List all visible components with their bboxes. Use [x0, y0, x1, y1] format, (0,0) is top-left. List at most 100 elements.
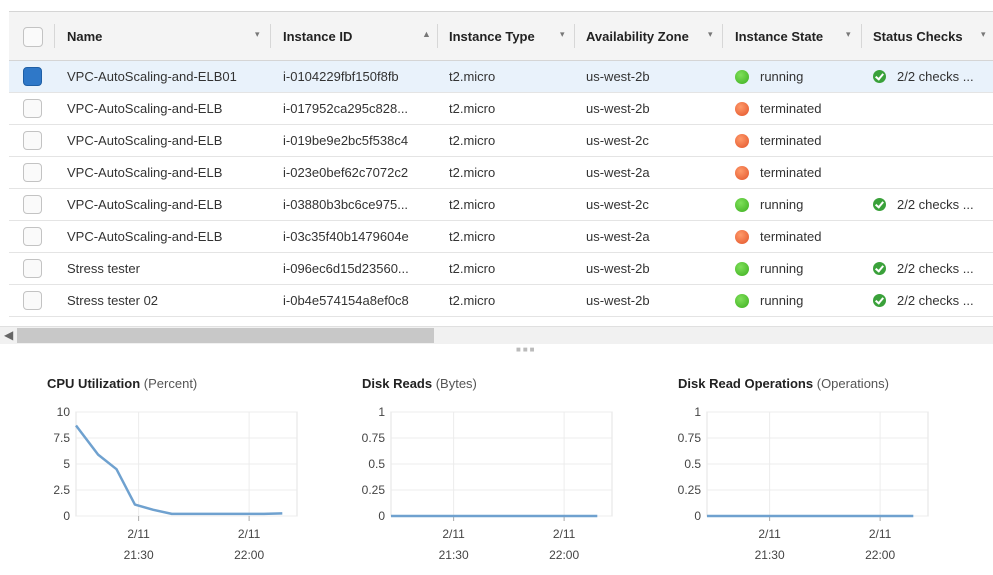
y-tick-label: 0.5: [684, 457, 701, 471]
table-row[interactable]: VPC-AutoScaling-and-ELB i-03c35f40b147960…: [9, 221, 993, 253]
cell-instance-type: t2.micro: [449, 285, 495, 316]
cell-availability-zone-text: us-west-2b: [586, 293, 650, 308]
cell-availability-zone: us-west-2c: [586, 189, 649, 220]
cell-instance-type: t2.micro: [449, 93, 495, 124]
y-tick-label: 1: [378, 405, 385, 419]
cell-instance-id: i-096ec6d15d23560...: [283, 253, 409, 284]
row-checkbox[interactable]: [23, 67, 42, 86]
cell-instance-id: i-023e0bef62c7072c2: [283, 157, 408, 188]
x-tick-time: 22:00: [549, 548, 579, 562]
cell-instance-state-text: terminated: [760, 229, 822, 244]
col-instance-type-header[interactable]: Instance Type: [449, 12, 535, 60]
cell-instance-type-text: t2.micro: [449, 69, 496, 84]
col-availability-zone-header[interactable]: Availability Zone: [586, 12, 689, 60]
table-row[interactable]: VPC-AutoScaling-and-ELB i-023e0bef62c7072…: [9, 157, 993, 189]
cell-instance-type-text: t2.micro: [449, 293, 496, 308]
col-instance-id-header[interactable]: Instance ID: [283, 12, 352, 60]
cell-availability-zone: us-west-2b: [586, 93, 650, 124]
cell-status-checks-text: 2/2 checks ...: [897, 261, 974, 276]
cell-instance-id-text: i-0104229fbf150f8fb: [283, 69, 399, 84]
col-instance-state-sort-icon[interactable]: ▾: [846, 29, 851, 40]
y-tick-label: 0.25: [678, 483, 702, 497]
col-status-checks-sort-icon[interactable]: ▾: [981, 29, 986, 40]
terminated-status-icon: [735, 101, 749, 116]
row-checkbox[interactable]: [23, 131, 42, 150]
check-passed-icon: [873, 294, 886, 307]
row-checkbox[interactable]: [23, 163, 42, 182]
cell-availability-zone-text: us-west-2c: [586, 133, 649, 148]
x-tick-time: 22:00: [234, 548, 264, 562]
col-instance-state-header[interactable]: Instance State: [735, 12, 823, 60]
x-tick-date: 2/11: [553, 527, 576, 541]
cell-name-text: VPC-AutoScaling-and-ELB: [67, 133, 223, 148]
row-checkbox[interactable]: [23, 291, 42, 310]
cell-instance-id-text: i-0b4e574154a8ef0c8: [283, 293, 409, 308]
cell-instance-type-text: t2.micro: [449, 229, 496, 244]
cell-instance-type-text: t2.micro: [449, 165, 496, 180]
check-passed-icon: [873, 262, 886, 275]
table-row[interactable]: VPC-AutoScaling-and-ELB i-017952ca295c828…: [9, 93, 993, 125]
chart-disk-reads: Disk Reads (Bytes) 1 0.75 0.5 0.25 0 2/11 21:3…: [362, 372, 662, 572]
cell-instance-id: i-019be9e2bc5f538c4: [283, 125, 408, 156]
table-row[interactable]: VPC-AutoScaling-and-ELB01 i-0104229fbf150…: [9, 61, 993, 93]
table-row[interactable]: VPC-AutoScaling-and-ELB i-019be9e2bc5f538…: [9, 125, 993, 157]
cell-instance-type: t2.micro: [449, 221, 495, 252]
running-status-icon: [735, 197, 749, 212]
cell-instance-type-text: t2.micro: [449, 101, 496, 116]
col-instance-type-sort-icon[interactable]: ▾: [560, 29, 565, 40]
check-passed-icon: [873, 70, 886, 83]
col-status-checks-header[interactable]: Status Checks: [873, 12, 963, 60]
cell-instance-type-text: t2.micro: [449, 133, 496, 148]
horizontal-scrollbar[interactable]: ◀: [0, 326, 993, 344]
y-tick-label: 1: [694, 405, 701, 419]
scrollbar-thumb[interactable]: [17, 328, 434, 343]
table-row[interactable]: Stress tester 02 i-0b4e574154a8ef0c8 t2.mi…: [9, 285, 993, 317]
cell-status-checks-text: 2/2 checks ...: [897, 197, 974, 212]
row-checkbox[interactable]: [23, 195, 42, 214]
col-name-sort-icon[interactable]: ▾: [255, 29, 260, 40]
cell-availability-zone: us-west-2a: [586, 221, 650, 252]
cell-availability-zone-text: us-west-2c: [586, 197, 649, 212]
col-instance-id-sort-icon[interactable]: ▲: [422, 29, 431, 39]
chart-svg: 1 0.75 0.5 0.25 0 2/11 21:30 2/11 22:00: [362, 405, 613, 562]
x-tick-date: 2/11: [869, 527, 892, 541]
table-header: Name ▾ Instance ID ▲ Instance Type ▾ Ava…: [9, 11, 993, 61]
terminated-status-icon: [735, 229, 749, 244]
cell-name: VPC-AutoScaling-and-ELB: [67, 125, 222, 156]
scroll-left-icon[interactable]: ◀: [4, 328, 13, 342]
x-tick-date: 2/11: [442, 527, 465, 541]
resize-grip-icon[interactable]: ■■■: [516, 345, 537, 354]
cell-name: VPC-AutoScaling-and-ELB: [67, 93, 222, 124]
cell-instance-state: running: [735, 285, 803, 316]
select-all-checkbox[interactable]: [23, 27, 43, 47]
x-tick-time: 21:30: [755, 548, 785, 562]
row-checkbox[interactable]: [23, 99, 42, 118]
cell-instance-state: terminated: [735, 221, 821, 252]
cell-instance-id-text: i-03c35f40b1479604e: [283, 229, 409, 244]
cell-availability-zone: us-west-2a: [586, 157, 650, 188]
x-tick-time: 22:00: [865, 548, 895, 562]
cell-availability-zone: us-west-2b: [586, 253, 650, 284]
cell-availability-zone-text: us-west-2a: [586, 165, 650, 180]
col-availability-zone-sort-icon[interactable]: ▾: [708, 29, 713, 40]
table-row[interactable]: VPC-AutoScaling-and-ELB i-03880b3bc6ce975…: [9, 189, 993, 221]
x-tick-date: 2/11: [238, 527, 261, 541]
cell-name-text: VPC-AutoScaling-and-ELB: [67, 229, 223, 244]
terminated-status-icon: [735, 133, 749, 148]
table-row[interactable]: Stress tester i-096ec6d15d23560... t2.micr…: [9, 253, 993, 285]
cell-status-checks: 2/2 checks ...: [873, 253, 974, 284]
cell-instance-state-text: running: [760, 293, 804, 308]
running-status-icon: [735, 69, 749, 84]
y-tick-label: 0: [63, 509, 70, 523]
cell-name: VPC-AutoScaling-and-ELB01: [67, 61, 237, 92]
cell-instance-id: i-03880b3bc6ce975...: [283, 189, 408, 220]
cell-availability-zone-text: us-west-2b: [586, 69, 650, 84]
cell-instance-state-text: running: [760, 261, 804, 276]
row-checkbox[interactable]: [23, 259, 42, 278]
cell-instance-state: running: [735, 253, 803, 284]
cell-instance-type-text: t2.micro: [449, 197, 496, 212]
row-checkbox[interactable]: [23, 227, 42, 246]
chart-svg: 10 7.5 5 2.5 0 2/11 21:30 2/11 22:00: [53, 405, 298, 562]
cell-instance-type: t2.micro: [449, 125, 495, 156]
col-name-header[interactable]: Name: [67, 12, 102, 60]
